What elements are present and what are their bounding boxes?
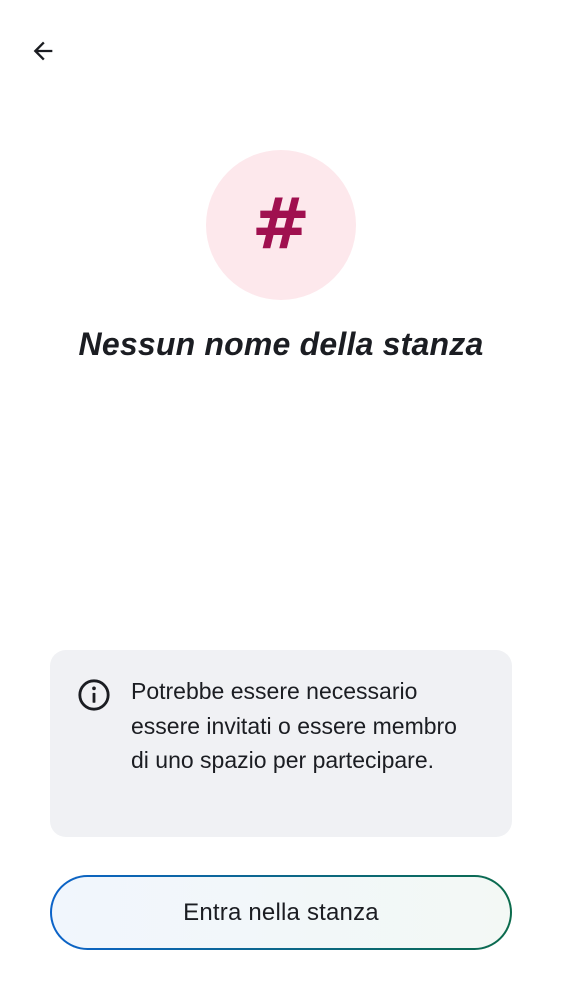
info-icon	[78, 679, 110, 711]
arrow-left-icon	[33, 41, 53, 61]
back-button[interactable]	[20, 28, 66, 74]
join-room-button[interactable]: Entra nella stanza	[50, 875, 512, 950]
hash-icon: #	[251, 183, 311, 265]
join-room-screen: # Nessun nome della stanza Potrebbe esse…	[0, 0, 562, 1000]
join-notice-text: Potrebbe essere necessario essere invita…	[131, 678, 457, 773]
join-room-button-label: Entra nella stanza	[183, 898, 379, 926]
join-notice-card: Potrebbe essere necessario essere invita…	[50, 650, 512, 837]
room-name-title: Nessun nome della stanza	[78, 326, 484, 362]
room-avatar: #	[206, 150, 356, 300]
